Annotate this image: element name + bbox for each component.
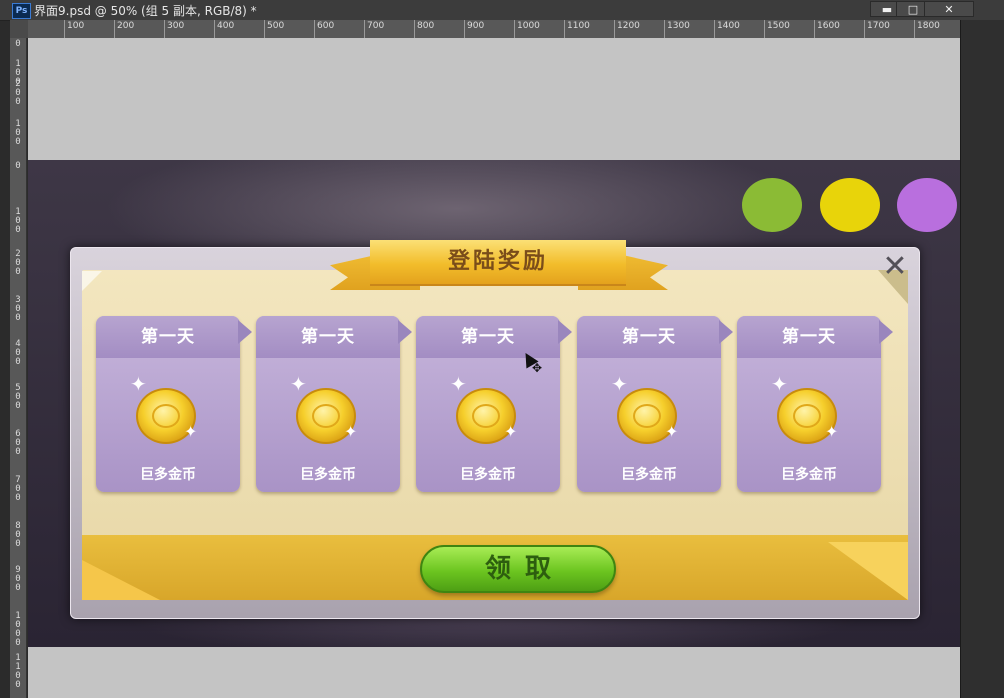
coin-face <box>633 404 661 428</box>
sparkle-icon: ✦ <box>450 372 467 396</box>
ruler-tick: 9 0 0 <box>15 565 21 593</box>
coin-face <box>312 404 340 428</box>
coin-face <box>472 404 500 428</box>
ruler-tick: 0 <box>15 161 21 171</box>
ruler-tick: 8 0 0 <box>15 521 21 549</box>
ruler-tick: 4 0 0 <box>15 339 21 367</box>
move-cursor-icon: ✥ <box>532 361 543 375</box>
dialog-title: 登陆奖励 <box>370 240 626 286</box>
photoshop-app-icon: Ps <box>12 3 31 19</box>
reward-card[interactable]: 第一天 ✦ ✦ 巨多金币 <box>737 316 881 492</box>
color-swatch-yellow <box>820 178 880 232</box>
ruler-tick: 3 0 0 <box>15 295 21 323</box>
sparkle-icon: ✦ <box>130 372 147 396</box>
card-arrow <box>398 320 412 344</box>
document-title: 界面9.psd @ 50% (组 5 副本, RGB/8) * <box>34 4 257 18</box>
close-window-button[interactable]: ✕ <box>924 1 974 17</box>
card-reward-label: 巨多金币 <box>460 467 516 483</box>
coin-face <box>152 404 180 428</box>
paper-corner-left <box>82 271 102 291</box>
reward-card[interactable]: 第一天 ✦ ✦ 巨多金币 <box>96 316 240 492</box>
ruler-tick: 7 0 0 <box>15 475 21 503</box>
sparkle-icon: ✦ <box>344 422 358 441</box>
card-day-label: 第一天 <box>577 316 721 358</box>
ruler-tick: 0 <box>15 39 21 49</box>
footer-fold-left <box>82 560 160 600</box>
ruler-tick: 5 0 0 <box>15 383 21 411</box>
card-arrow <box>879 320 893 344</box>
sparkle-icon: ✦ <box>504 422 518 441</box>
ruler-tick: 1 0 0 <box>15 119 21 147</box>
ruler-tick: 2 0 0 <box>15 79 21 107</box>
card-arrow <box>238 320 252 344</box>
footer-fold-right <box>828 542 908 600</box>
claim-button[interactable]: 领取 <box>420 545 616 593</box>
close-icon[interactable]: ✕ <box>880 252 910 282</box>
coin-face <box>793 404 821 428</box>
color-swatch-green <box>742 178 802 232</box>
sparkle-icon: ✦ <box>665 422 679 441</box>
ruler-tick: 1 1 0 0 <box>15 653 21 690</box>
card-day-label: 第一天 <box>96 316 240 358</box>
card-day-label: 第一天 <box>256 316 400 358</box>
ruler-tick: 1 0 0 <box>15 207 21 235</box>
ruler-corner[interactable] <box>10 20 28 38</box>
panel-dock-edge <box>960 20 1004 698</box>
card-arrow <box>719 320 733 344</box>
color-swatch-purple <box>897 178 957 232</box>
ruler-tick: 1 0 0 0 <box>15 611 21 648</box>
reward-card[interactable]: 第一天 ✦ ✦ 巨多金币 <box>256 316 400 492</box>
vertical-ruler[interactable]: 0 1 0 0 2 0 0 1 0 0 0 1 0 0 2 0 0 3 0 0 … <box>10 38 27 698</box>
reward-card[interactable]: 第一天 ✦ ✦ 巨多金币 <box>416 316 560 492</box>
card-reward-label: 巨多金币 <box>140 467 196 483</box>
card-reward-label: 巨多金币 <box>300 467 356 483</box>
ruler-tick: 2 0 0 <box>15 249 21 277</box>
sparkle-icon: ✦ <box>825 422 839 441</box>
document-title-bar: Ps 界面9.psd @ 50% (组 5 副本, RGB/8) * ▬ □ ✕ <box>0 0 1004 21</box>
card-day-label: 第一天 <box>737 316 881 358</box>
sparkle-icon: ✦ <box>771 372 788 396</box>
ruler-tick: 6 0 0 <box>15 429 21 457</box>
card-reward-label: 巨多金币 <box>621 467 677 483</box>
sparkle-icon: ✦ <box>290 372 307 396</box>
sparkle-icon: ✦ <box>184 422 198 441</box>
card-day-label: 第一天 <box>416 316 560 358</box>
card-reward-label: 巨多金币 <box>781 467 837 483</box>
reward-card[interactable]: 第一天 ✦ ✦ 巨多金币 <box>577 316 721 492</box>
sparkle-icon: ✦ <box>611 372 628 396</box>
horizontal-ruler[interactable]: 100 200 300 400 500 600 700 800 900 1000… <box>28 20 960 39</box>
card-arrow <box>558 320 572 344</box>
